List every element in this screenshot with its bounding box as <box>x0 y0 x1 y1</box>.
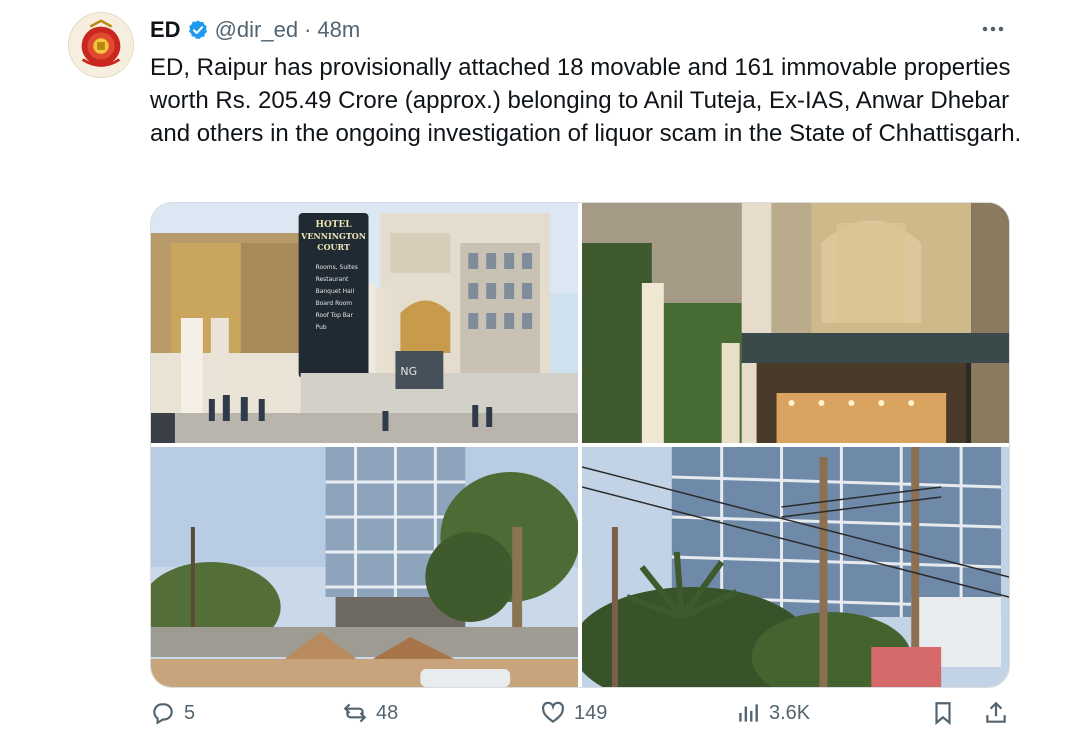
sign-line-8: Roof Top Bar <box>316 312 354 319</box>
repost-count: 48 <box>376 701 399 724</box>
views-count: 3.6K <box>769 701 811 724</box>
separator-dot: · <box>304 17 312 42</box>
hotel-facade-photo-icon: HOTEL VENNINGTON COURT Rooms, Suites Res… <box>151 203 578 443</box>
ed-emblem-icon <box>69 13 133 77</box>
tweet-text: ED, Raipur has provisionally attached 18… <box>150 54 1022 147</box>
media-grid: HOTEL VENNINGTON COURT Rooms, Suites Res… <box>150 202 1010 688</box>
tweet-header: ED @dir_ed · 48m <box>150 14 360 46</box>
like-button[interactable]: 149 <box>540 700 607 726</box>
share-icon <box>986 701 1006 723</box>
photo-hotel-facade[interactable]: HOTEL VENNINGTON COURT Rooms, Suites Res… <box>151 203 578 443</box>
sign-line-7: Board Room <box>316 300 353 307</box>
wall-text: NG <box>400 365 417 378</box>
hotel-entrance-night-photo-icon <box>582 203 1009 443</box>
sign-line-6: Banquet Hall <box>316 288 355 295</box>
author-name[interactable]: ED <box>150 17 181 43</box>
more-options-button[interactable] <box>978 14 1008 44</box>
avatar[interactable] <box>68 12 134 78</box>
photo-glass-building[interactable] <box>151 447 578 687</box>
bookmark-icon <box>935 702 951 726</box>
bookmark-button[interactable] <box>930 700 956 726</box>
repost-button[interactable]: 48 <box>342 700 398 726</box>
sign-line-5: Restaurant <box>316 276 349 283</box>
sign-court-text: COURT <box>317 242 350 252</box>
like-icon <box>542 701 564 723</box>
sign-line-4: Rooms, Suites <box>316 264 358 271</box>
views-icon <box>739 704 758 722</box>
timestamp[interactable]: 48m <box>317 17 360 43</box>
share-button[interactable] <box>983 700 1009 726</box>
like-count: 149 <box>574 701 608 724</box>
sign-line-9: Pub <box>316 324 327 331</box>
sign-hotel-text: HOTEL <box>316 220 353 230</box>
reply-count: 5 <box>184 701 196 724</box>
photo-glass-building-trees[interactable] <box>582 447 1009 687</box>
views-button[interactable]: 3.6K <box>735 700 810 726</box>
photo-hotel-entrance[interactable] <box>582 203 1009 443</box>
more-dots-icon <box>982 26 1004 32</box>
glass-building-trees-photo-icon <box>582 447 1009 687</box>
glass-building-construction-photo-icon <box>151 447 578 687</box>
sign-name-text: VENNINGTON <box>300 231 366 241</box>
reply-icon <box>153 703 173 725</box>
repost-icon <box>343 703 367 723</box>
author-handle[interactable]: @dir_ed <box>215 17 299 43</box>
verified-badge-icon <box>187 19 209 41</box>
reply-button[interactable]: 5 <box>150 700 195 726</box>
